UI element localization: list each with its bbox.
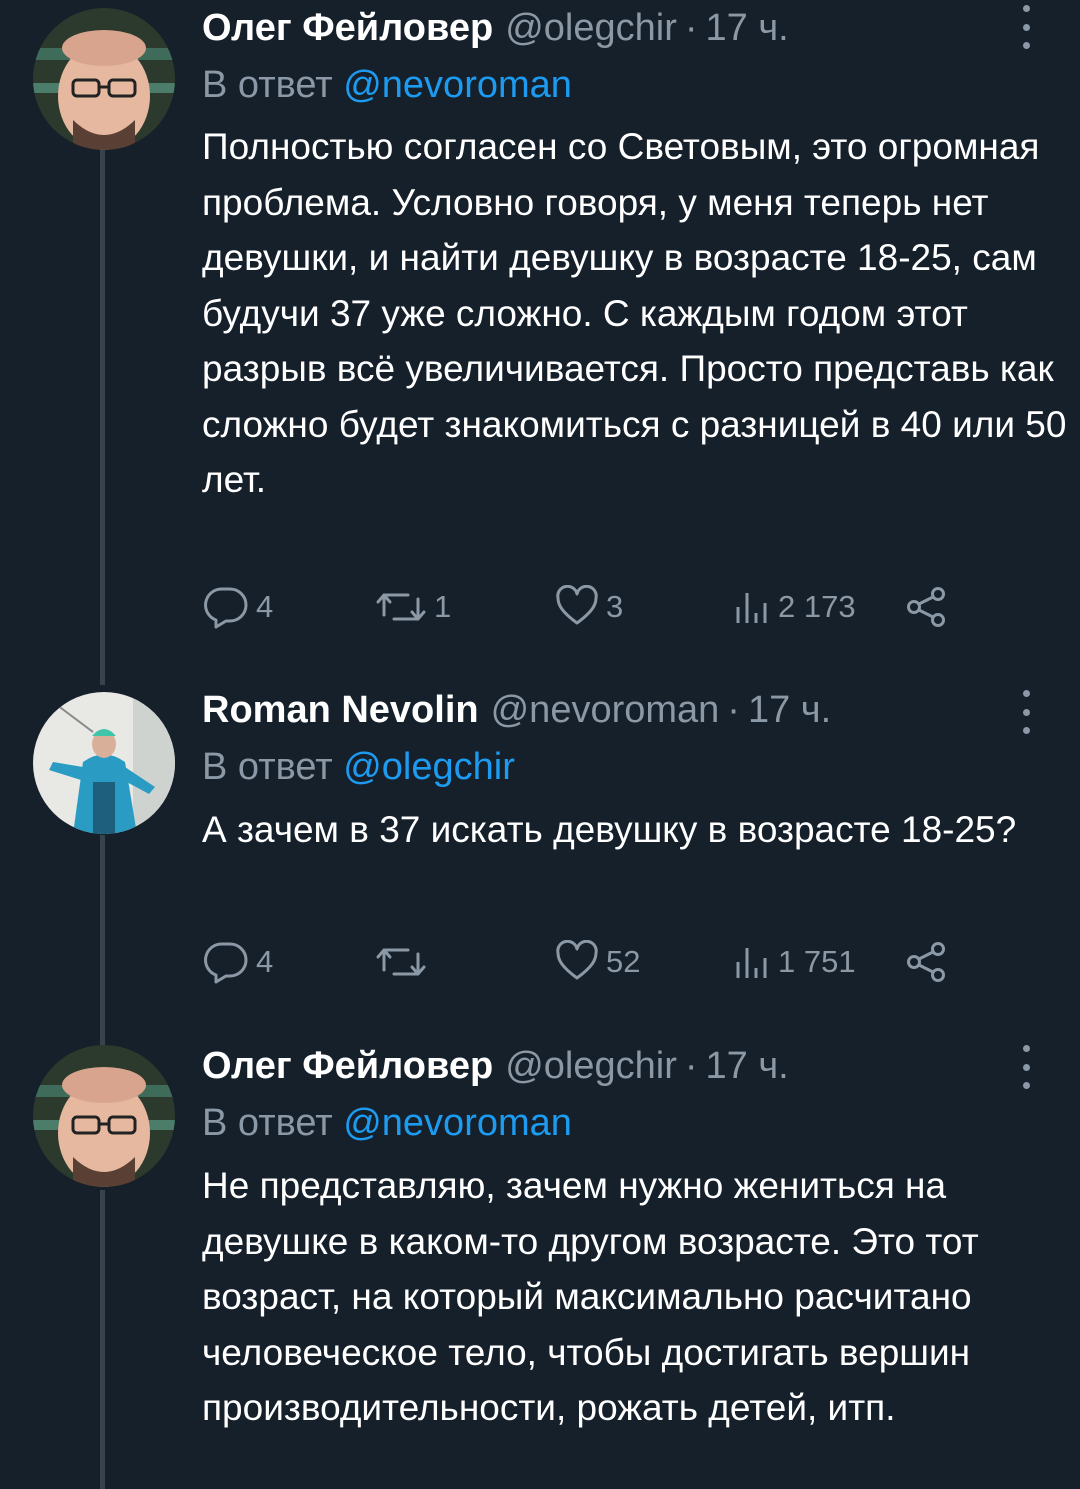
conversation-thread: Олег Фейловер @olegchir · 17 ч. В ответ … bbox=[0, 0, 1080, 1489]
tweet[interactable]: Roman Nevolin @nevoroman · 17 ч. В ответ… bbox=[0, 685, 1080, 1030]
reply-mention-link[interactable]: @nevoroman bbox=[343, 64, 572, 106]
reply-icon bbox=[204, 942, 248, 984]
separator: · bbox=[727, 689, 740, 731]
tweet-text: Полностью согласен со Световым, это огро… bbox=[202, 126, 1067, 500]
share-icon bbox=[907, 587, 945, 627]
avatar[interactable] bbox=[33, 8, 175, 150]
share-button[interactable] bbox=[904, 938, 948, 986]
retweet-icon bbox=[376, 593, 426, 621]
like-count: 3 bbox=[606, 589, 624, 624]
views-button[interactable]: 2 173 bbox=[732, 583, 856, 631]
views-button[interactable]: 1 751 bbox=[732, 938, 856, 986]
like-icon bbox=[556, 940, 598, 980]
views-icon bbox=[736, 593, 767, 623]
action-bar: 4 52 1 751 bbox=[202, 938, 962, 986]
author-handle[interactable]: @nevoroman bbox=[491, 685, 720, 735]
timestamp[interactable]: 17 ч. bbox=[748, 685, 831, 735]
reply-prefix: В ответ bbox=[202, 64, 333, 106]
reply-mention-link[interactable]: @olegchir bbox=[343, 746, 515, 788]
share-icon bbox=[907, 942, 945, 982]
timestamp[interactable]: 17 ч. bbox=[706, 3, 789, 53]
share-button[interactable] bbox=[904, 583, 948, 631]
author-name[interactable]: Олег Фейловер bbox=[202, 3, 493, 53]
retweet-count: 1 bbox=[434, 589, 452, 624]
reply-mention-link[interactable]: @nevoroman bbox=[343, 1102, 572, 1144]
separator: · bbox=[684, 7, 698, 49]
author-handle[interactable]: @olegchir bbox=[505, 3, 677, 53]
tweet[interactable]: Олег Фейловер @olegchir · 17 ч. В ответ … bbox=[0, 1040, 1080, 1489]
reply-prefix: В ответ bbox=[202, 1102, 333, 1144]
reply-context: В ответ @olegchir bbox=[202, 742, 515, 792]
reply-button[interactable]: 4 bbox=[202, 938, 273, 986]
reply-context: В ответ @nevoroman bbox=[202, 1098, 572, 1148]
author-name[interactable]: Roman Nevolin bbox=[202, 685, 479, 735]
avatar[interactable] bbox=[33, 1045, 175, 1187]
action-bar: 4 1 3 2 173 bbox=[202, 583, 962, 631]
more-icon[interactable] bbox=[1014, 1045, 1038, 1089]
like-button[interactable]: 3 bbox=[554, 583, 623, 631]
views-icon bbox=[736, 948, 767, 978]
separator: · bbox=[684, 1045, 698, 1087]
reply-count: 4 bbox=[256, 944, 274, 979]
more-icon[interactable] bbox=[1014, 5, 1038, 49]
retweet-icon bbox=[376, 948, 426, 976]
author-handle[interactable]: @olegchir bbox=[505, 1041, 677, 1091]
retweet-button[interactable]: 1 bbox=[374, 583, 451, 631]
tweet-text: Не представляю, зачем нужно жениться на … bbox=[202, 1165, 979, 1428]
reply-icon bbox=[204, 587, 248, 629]
view-count: 1 751 bbox=[778, 944, 856, 979]
author-name[interactable]: Олег Фейловер bbox=[202, 1041, 493, 1091]
more-icon[interactable] bbox=[1014, 690, 1038, 734]
timestamp[interactable]: 17 ч. bbox=[706, 1041, 789, 1091]
like-count: 52 bbox=[606, 944, 641, 979]
retweet-button[interactable] bbox=[374, 938, 434, 986]
reply-context: В ответ @nevoroman bbox=[202, 60, 572, 110]
tweet[interactable]: Олег Фейловер @olegchir · 17 ч. В ответ … bbox=[0, 0, 1080, 680]
view-count: 2 173 bbox=[778, 589, 856, 624]
reply-button[interactable]: 4 bbox=[202, 583, 273, 631]
like-button[interactable]: 52 bbox=[554, 938, 640, 986]
avatar[interactable] bbox=[33, 692, 175, 834]
reply-count: 4 bbox=[256, 589, 274, 624]
reply-prefix: В ответ bbox=[202, 746, 333, 788]
like-icon bbox=[556, 585, 598, 625]
tweet-text: А зачем в 37 искать девушку в возрасте 1… bbox=[202, 809, 1017, 850]
